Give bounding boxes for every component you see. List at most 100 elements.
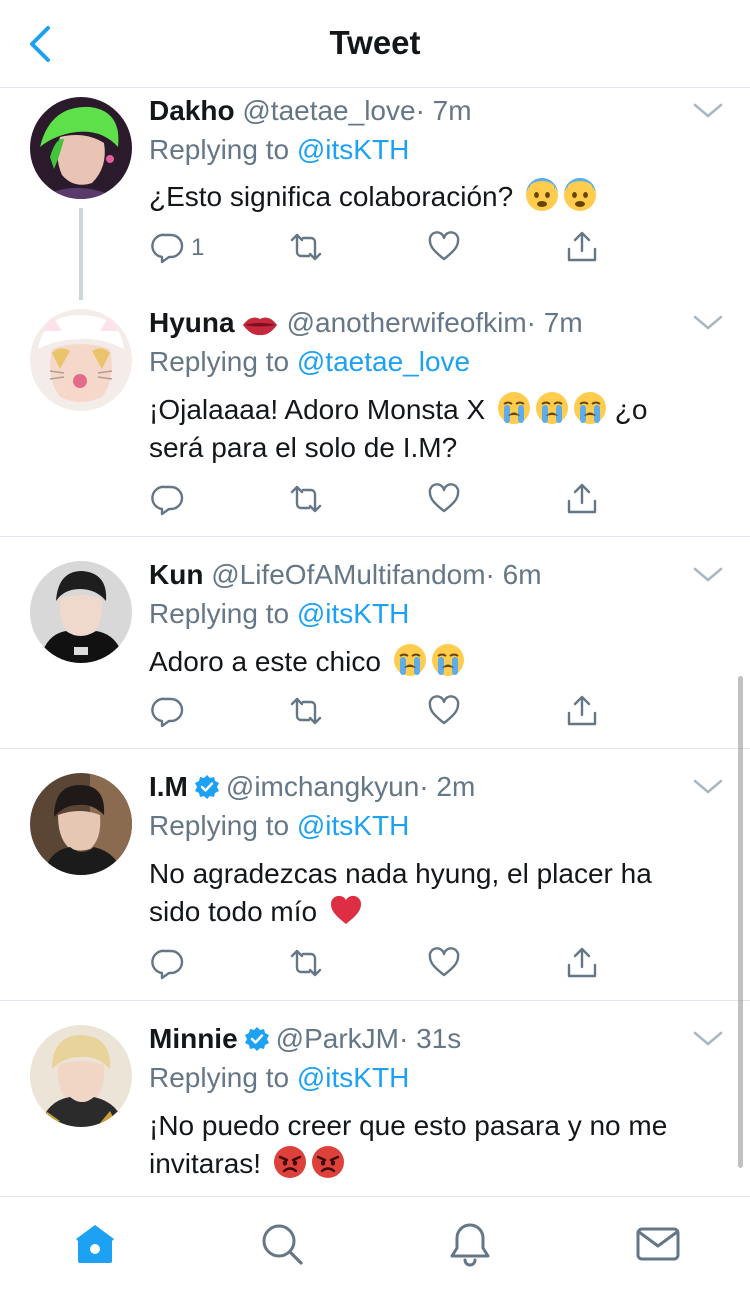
display-name[interactable]: Minnie <box>149 1023 238 1054</box>
fearful-face-emoji <box>563 178 597 212</box>
tweet-text: Adoro a este chico <box>149 643 724 681</box>
tweet-text: No agradezcas nada hyung, el placer ha s… <box>149 855 724 931</box>
retweet-icon <box>289 230 323 264</box>
mention-link[interactable]: @itsKTH <box>297 134 409 165</box>
chevron-down-icon[interactable] <box>692 564 724 586</box>
reply-button[interactable] <box>151 694 185 734</box>
replying-to: Replying to @taetae_love <box>149 346 470 378</box>
reply-icon <box>151 482 185 516</box>
mention-link[interactable]: @taetae_love <box>297 346 470 377</box>
tab-messages[interactable] <box>635 1221 681 1267</box>
retweet-button[interactable] <box>289 946 323 986</box>
share-button[interactable] <box>565 230 599 270</box>
tweet-text: ¡No puedo creer que esto pasara y no me … <box>149 1107 724 1183</box>
lips-emoji <box>241 313 279 337</box>
replying-to: Replying to @itsKTH <box>149 598 409 630</box>
top-bar: Tweet <box>0 0 750 88</box>
angry-face-emoji <box>311 1145 345 1179</box>
crying-face-emoji <box>573 391 607 425</box>
tweet-text-line: Adoro a este chico <box>149 646 381 677</box>
retweet-button[interactable] <box>289 694 323 734</box>
avatar[interactable] <box>30 561 132 663</box>
display-name[interactable]: Hyuna <box>149 307 235 338</box>
user-handle[interactable]: @LifeOfAMultifandom <box>211 559 485 590</box>
reply-icon <box>151 694 185 728</box>
replying-prefix: Replying to <box>149 1062 290 1093</box>
chevron-down-icon[interactable] <box>692 312 724 334</box>
share-button[interactable] <box>565 482 599 522</box>
retweet-button[interactable] <box>289 230 323 270</box>
tweet-text: ¿Esto significa colaboración? <box>149 178 724 216</box>
share-button[interactable] <box>565 694 599 734</box>
display-name[interactable]: I.M <box>149 771 188 802</box>
reply-icon <box>151 230 185 264</box>
page-title: Tweet <box>329 24 421 61</box>
replying-prefix: Replying to <box>149 598 290 629</box>
tweet-text-line: invitaras! <box>149 1148 262 1179</box>
search-icon <box>262 1224 303 1265</box>
timestamp: · 6m <box>485 559 542 590</box>
tweet-header: Hyuna @anotherwifeofkim· 7m <box>149 307 583 339</box>
notifications-icon <box>450 1223 490 1267</box>
tab-search[interactable] <box>259 1221 305 1267</box>
replying-prefix: Replying to <box>149 810 290 841</box>
tweet-text: ¡Ojalaaaa! Adoro Monsta X ¿o será para e… <box>149 391 724 467</box>
messages-icon <box>636 1227 680 1261</box>
red-heart-emoji <box>329 893 363 927</box>
like-button[interactable] <box>427 946 461 986</box>
mention-link[interactable]: @itsKTH <box>297 1062 409 1093</box>
verified-badge-icon <box>244 1026 270 1052</box>
tweet-actions <box>0 946 750 986</box>
verified-badge-icon <box>194 774 220 800</box>
share-icon <box>565 694 599 728</box>
replying-prefix: Replying to <box>149 346 290 377</box>
tweet-text-line: sido todo mío <box>149 896 318 927</box>
crying-face-emoji <box>431 643 465 677</box>
mention-link[interactable]: @itsKTH <box>297 810 409 841</box>
chevron-down-icon[interactable] <box>692 776 724 798</box>
avatar[interactable] <box>30 1025 132 1127</box>
user-handle[interactable]: @anotherwifeofkim <box>287 307 527 338</box>
crying-face-emoji <box>393 643 427 677</box>
reply-button[interactable]: 1 <box>151 230 204 270</box>
mention-link[interactable]: @itsKTH <box>297 598 409 629</box>
display-name[interactable]: Dakho <box>149 95 235 126</box>
tab-home[interactable] <box>72 1221 118 1267</box>
angry-face-emoji <box>273 1145 307 1179</box>
tweet-text-line: ¡Ojalaaaa! Adoro Monsta X <box>149 394 486 425</box>
display-name[interactable]: Kun <box>149 559 203 590</box>
replying-prefix: Replying to <box>149 134 290 165</box>
bottom-tab-bar <box>0 1196 750 1294</box>
retweet-icon <box>289 946 323 980</box>
heart-icon <box>427 482 461 516</box>
timestamp: · 31s <box>399 1023 462 1054</box>
share-icon <box>565 230 599 264</box>
chevron-down-icon[interactable] <box>692 1028 724 1050</box>
like-button[interactable] <box>427 694 461 734</box>
user-handle[interactable]: @ParkJM <box>276 1023 399 1054</box>
like-button[interactable] <box>427 230 461 270</box>
share-icon <box>565 482 599 516</box>
user-handle[interactable]: @taetae_love <box>242 95 415 126</box>
tweet-header: Dakho @taetae_love· 7m <box>149 95 472 127</box>
avatar[interactable] <box>30 773 132 875</box>
divider <box>0 748 750 749</box>
tweet-actions <box>0 694 750 734</box>
crying-face-emoji <box>535 391 569 425</box>
retweet-button[interactable] <box>289 482 323 522</box>
like-button[interactable] <box>427 482 461 522</box>
crying-face-emoji <box>497 391 531 425</box>
avatar[interactable] <box>30 97 132 199</box>
share-button[interactable] <box>565 946 599 986</box>
chevron-down-icon[interactable] <box>692 100 724 122</box>
reply-button[interactable] <box>151 946 185 986</box>
tab-notifications[interactable] <box>447 1221 493 1267</box>
reply-button[interactable] <box>151 482 185 522</box>
user-handle[interactable]: @imchangkyun <box>226 771 419 802</box>
scrollbar[interactable] <box>738 676 743 1168</box>
heart-icon <box>427 230 461 264</box>
retweet-icon <box>289 482 323 516</box>
tweet-actions: 1 <box>0 230 750 270</box>
avatar[interactable] <box>30 309 132 411</box>
timestamp: · 7m <box>415 95 472 126</box>
